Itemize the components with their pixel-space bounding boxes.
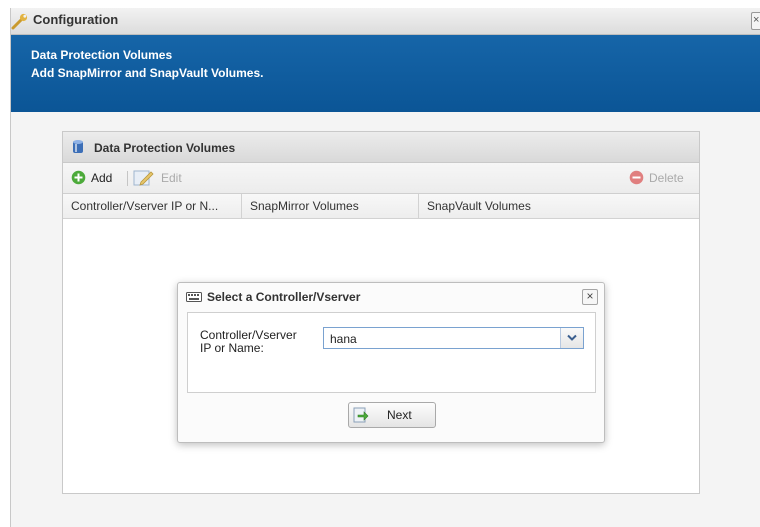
dropdown-arrow-button[interactable] [560, 328, 583, 348]
dialog-title: Select a Controller/Vserver [207, 290, 361, 304]
next-label: Next [387, 408, 412, 422]
edit-icon [133, 170, 154, 186]
dialog-form: Controller/Vserver IP or Name: hana [187, 312, 596, 393]
keyboard-icon [186, 292, 202, 302]
grid-header: Controller/Vserver IP or N... SnapMirror… [63, 194, 699, 219]
controller-select-value: hana [330, 332, 357, 346]
panel-title: Data Protection Volumes [94, 141, 236, 155]
database-icon [73, 140, 83, 153]
panel-toolbar: Add Edit Delete [63, 163, 699, 194]
delete-label: Delete [649, 171, 684, 185]
page-banner: Data Protection Volumes Add SnapMirror a… [11, 35, 760, 112]
edit-label: Edit [161, 171, 182, 185]
controller-field-label: Controller/Vserver IP or Name: [200, 328, 297, 355]
next-button[interactable]: Next [348, 402, 436, 428]
delete-button[interactable]: Delete [629, 170, 693, 186]
dialog-header: Select a Controller/Vserver × [178, 283, 604, 311]
wrench-icon [11, 13, 28, 30]
dialog-close-button[interactable]: × [582, 289, 598, 305]
column-header-snapmirror[interactable]: SnapMirror Volumes [242, 194, 419, 218]
column-header-snapvault[interactable]: SnapVault Volumes [419, 194, 699, 218]
toolbar-divider [127, 171, 128, 186]
controller-select[interactable]: hana [323, 327, 584, 349]
edit-button[interactable]: Edit [133, 170, 189, 186]
delete-circle-icon [629, 170, 644, 185]
panel-header: Data Protection Volumes [63, 132, 699, 163]
add-circle-icon [71, 170, 86, 185]
dialog-footer: Next [178, 393, 604, 441]
window-title: Configuration [33, 12, 119, 27]
banner-title: Data Protection Volumes [31, 48, 173, 62]
window-close-button[interactable]: × [751, 12, 760, 30]
chevron-down-icon [567, 334, 577, 341]
select-controller-dialog: Select a Controller/Vserver × Controller… [177, 282, 605, 443]
add-label: Add [91, 171, 113, 185]
add-button[interactable]: Add [71, 170, 121, 186]
window-titlebar: Configuration × [11, 8, 760, 35]
column-header-controller[interactable]: Controller/Vserver IP or N... [63, 194, 242, 218]
banner-subtitle: Add SnapMirror and SnapVault Volumes. [31, 66, 264, 80]
next-arrow-icon [353, 407, 369, 423]
